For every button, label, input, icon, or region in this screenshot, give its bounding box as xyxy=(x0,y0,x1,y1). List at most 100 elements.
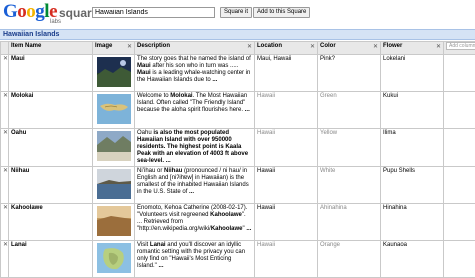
flower-value: Kukui xyxy=(383,93,398,99)
more-link[interactable]: ... xyxy=(189,189,194,195)
image-cell[interactable] xyxy=(93,92,135,129)
item-name-cell[interactable]: Molokai xyxy=(9,92,93,129)
color-cell[interactable]: Pink? xyxy=(318,55,381,92)
remove-column-icon[interactable]: ✕ xyxy=(373,43,378,50)
column-header-color[interactable]: Color ✕ xyxy=(318,42,381,55)
remove-row-icon[interactable]: ✕ xyxy=(3,205,8,211)
description-text: Niʻihau or xyxy=(137,168,164,174)
description-cell[interactable]: Visit Lanai and you'll discover an idyll… xyxy=(135,241,255,278)
location-cell[interactable]: Hawaii xyxy=(255,204,318,241)
color-cell[interactable]: Green xyxy=(318,92,381,129)
flower-cell[interactable]: Kaunaoa xyxy=(381,241,444,278)
square-it-button[interactable]: Square it xyxy=(220,7,252,18)
highlighted-term: Lanai xyxy=(150,242,166,248)
description-text: The story goes that he named the island … xyxy=(137,56,251,62)
location-cell[interactable]: Hawaii xyxy=(255,129,318,167)
remove-row-cell: ✕ xyxy=(1,167,9,204)
column-header-location[interactable]: Location✕ xyxy=(255,42,318,55)
column-label: Color xyxy=(320,43,336,49)
highlighted-term: Maui xyxy=(137,63,151,69)
remove-row-cell: ✕ xyxy=(1,92,9,129)
remove-column-icon[interactable]: ✕ xyxy=(247,43,252,50)
item-name-cell[interactable]: Maui xyxy=(9,55,93,92)
flower-cell[interactable]: Hinahina xyxy=(381,204,444,241)
highlighted-term: Niihau xyxy=(164,168,182,174)
flower-value: Lokelani xyxy=(383,56,405,62)
item-name: Niihau xyxy=(11,168,29,174)
empty-cell xyxy=(444,167,475,204)
remove-row-icon[interactable]: ✕ xyxy=(3,93,8,99)
labs-label: labs xyxy=(50,19,61,25)
remove-row-icon[interactable]: ✕ xyxy=(3,168,8,174)
description-cell[interactable]: Welcome to Molokai. The Most Hawaiian Is… xyxy=(135,92,255,129)
column-label: Image xyxy=(95,43,112,49)
color-cell[interactable]: Orange xyxy=(318,241,381,278)
square-table: Item Name Image✕ Description✕ Location✕ … xyxy=(0,41,475,278)
add-to-square-button[interactable]: Add to this Square xyxy=(253,7,310,18)
description-cell[interactable]: Oahu is also the most populated Hawaiian… xyxy=(135,129,255,167)
more-link[interactable]: ... xyxy=(158,263,163,269)
niihau-photo-image[interactable] xyxy=(97,169,131,199)
flower-cell[interactable]: Pupu Shells xyxy=(381,167,444,204)
column-header-item-name[interactable]: Item Name xyxy=(9,42,93,55)
item-name-cell[interactable]: Niihau xyxy=(9,167,93,204)
location-cell[interactable]: Maui, Hawaii xyxy=(255,55,318,92)
location-value: Hawaii xyxy=(257,130,275,136)
more-link[interactable]: ... xyxy=(212,77,217,83)
description-cell[interactable]: Niʻihau or Niihau (pronounced / ni hau/ … xyxy=(135,167,255,204)
more-link[interactable]: ... xyxy=(246,226,251,232)
more-link[interactable]: ... xyxy=(245,107,250,113)
image-cell[interactable] xyxy=(93,167,135,204)
color-cell[interactable]: White xyxy=(318,167,381,204)
image-cell[interactable] xyxy=(93,204,135,241)
flower-cell[interactable]: Lokelani xyxy=(381,55,444,92)
column-header-description[interactable]: Description✕ xyxy=(135,42,255,55)
empty-cell xyxy=(444,241,475,278)
search-input[interactable] xyxy=(92,7,215,18)
image-cell[interactable] xyxy=(93,55,135,92)
description-cell[interactable]: The story goes that he named the island … xyxy=(135,55,255,92)
empty-cell xyxy=(444,129,475,167)
flower-cell[interactable]: Kukui xyxy=(381,92,444,129)
item-name-cell[interactable]: Lanai xyxy=(9,241,93,278)
maui-photo-image[interactable] xyxy=(97,57,131,87)
column-header-flower[interactable]: Flower✕ xyxy=(381,42,444,55)
kahoolawe-photo-image[interactable] xyxy=(97,206,131,236)
item-name: Maui xyxy=(11,56,25,62)
color-cell[interactable]: Ahinahina xyxy=(318,204,381,241)
color-value: Green xyxy=(320,93,337,99)
item-name-cell[interactable]: Oahu xyxy=(9,129,93,167)
image-cell[interactable] xyxy=(93,241,135,278)
remove-column-icon[interactable]: ✕ xyxy=(127,43,132,50)
logo-text: Google xyxy=(3,1,57,23)
remove-row-cell: ✕ xyxy=(1,241,9,278)
color-value: Ahinahina xyxy=(320,205,347,211)
remove-column-icon[interactable]: ✕ xyxy=(436,43,441,50)
more-link[interactable]: ... xyxy=(166,158,171,164)
flower-cell[interactable]: Ilima xyxy=(381,129,444,167)
column-header-image[interactable]: Image ✕ xyxy=(93,42,135,55)
lanai-map-image[interactable] xyxy=(97,243,131,273)
location-value: Hawaii xyxy=(257,168,275,174)
molokai-map-image[interactable] xyxy=(97,94,131,124)
image-cell[interactable] xyxy=(93,129,135,167)
remove-row-icon[interactable]: ✕ xyxy=(3,56,8,62)
square-title: Hawaiian Islands xyxy=(3,31,59,38)
table-row: ✕Kahoolawe Enomoto, Kehoa Catherine (2008… xyxy=(1,204,475,241)
location-value: Hawaii xyxy=(257,242,275,248)
add-columns-input[interactable]: Add columns xyxy=(446,42,475,50)
location-cell[interactable]: Hawaii xyxy=(255,241,318,278)
description-cell[interactable]: Enomoto, Kehoa Catherine (2008-02-17). "… xyxy=(135,204,255,241)
add-columns-cell: Add columns xyxy=(444,42,475,55)
color-cell[interactable]: Yellow xyxy=(318,129,381,167)
highlighted-term: Maui xyxy=(137,70,151,76)
logo-letters: Google xyxy=(3,1,57,22)
remove-column-icon[interactable]: ✕ xyxy=(310,43,315,50)
oahu-photo-image[interactable] xyxy=(97,131,131,161)
location-cell[interactable]: Hawaii xyxy=(255,92,318,129)
remove-row-icon[interactable]: ✕ xyxy=(3,130,8,136)
flower-value: Ilima xyxy=(383,130,396,136)
item-name-cell[interactable]: Kahoolawe xyxy=(9,204,93,241)
remove-row-icon[interactable]: ✕ xyxy=(3,242,8,248)
location-cell[interactable]: Hawaii xyxy=(255,167,318,204)
